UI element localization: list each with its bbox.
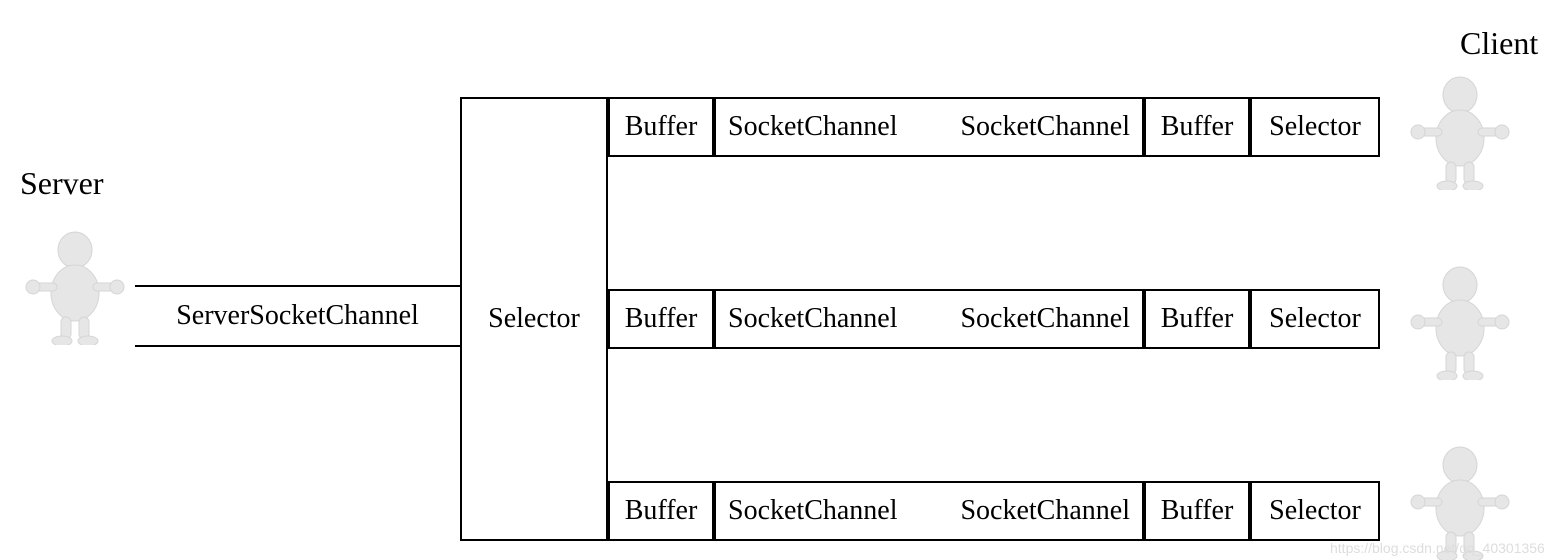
row3-socketchannel-box: SocketChannel SocketChannel bbox=[714, 481, 1144, 541]
client-figure-2-icon bbox=[1410, 260, 1510, 380]
watermark-text: https://blog.csdn.net/qq_40301356 bbox=[1330, 540, 1545, 556]
row2-socketchannel-box: SocketChannel SocketChannel bbox=[714, 289, 1144, 349]
row3-socketchannel2-label: SocketChannel bbox=[960, 495, 1130, 527]
row1-selector-box: Selector bbox=[1250, 97, 1380, 157]
server-title: Server bbox=[20, 165, 104, 202]
row2-selector-label: Selector bbox=[1269, 303, 1361, 335]
server-socket-channel-label: ServerSocketChannel bbox=[176, 300, 419, 332]
row3-buffer2-label: Buffer bbox=[1161, 495, 1234, 527]
client-figure-1-icon bbox=[1410, 70, 1510, 190]
row1-buffer2-label: Buffer bbox=[1161, 111, 1234, 143]
row3-buffer2-box: Buffer bbox=[1144, 481, 1250, 541]
row3-selector-label: Selector bbox=[1269, 495, 1361, 527]
row2-buffer2-label: Buffer bbox=[1161, 303, 1234, 335]
server-socket-channel-box: ServerSocketChannel bbox=[135, 285, 460, 347]
row1-buffer1-box: Buffer bbox=[608, 97, 714, 157]
server-selector-label: Selector bbox=[488, 303, 580, 335]
row3-selector-box: Selector bbox=[1250, 481, 1380, 541]
row1-buffer1-label: Buffer bbox=[625, 111, 698, 143]
row2-selector-box: Selector bbox=[1250, 289, 1380, 349]
row1-socketchannel2-label: SocketChannel bbox=[960, 111, 1130, 143]
row2-socketchannel2-label: SocketChannel bbox=[960, 303, 1130, 335]
row1-selector-label: Selector bbox=[1269, 111, 1361, 143]
row1-socketchannel-box: SocketChannel SocketChannel bbox=[714, 97, 1144, 157]
row3-buffer1-box: Buffer bbox=[608, 481, 714, 541]
client-title: Client bbox=[1460, 25, 1538, 62]
row2-socketchannel1-label: SocketChannel bbox=[728, 303, 898, 335]
row2-buffer1-label: Buffer bbox=[625, 303, 698, 335]
row3-socketchannel1-label: SocketChannel bbox=[728, 495, 898, 527]
row2-buffer1-box: Buffer bbox=[608, 289, 714, 349]
row1-buffer2-box: Buffer bbox=[1144, 97, 1250, 157]
server-selector-box: Selector bbox=[460, 97, 608, 541]
row2-buffer2-box: Buffer bbox=[1144, 289, 1250, 349]
row3-buffer1-label: Buffer bbox=[625, 495, 698, 527]
server-figure-icon bbox=[25, 225, 125, 345]
diagram-root: Server Client ServerSocketChannel Select… bbox=[0, 0, 1567, 559]
row1-socketchannel1-label: SocketChannel bbox=[728, 111, 898, 143]
